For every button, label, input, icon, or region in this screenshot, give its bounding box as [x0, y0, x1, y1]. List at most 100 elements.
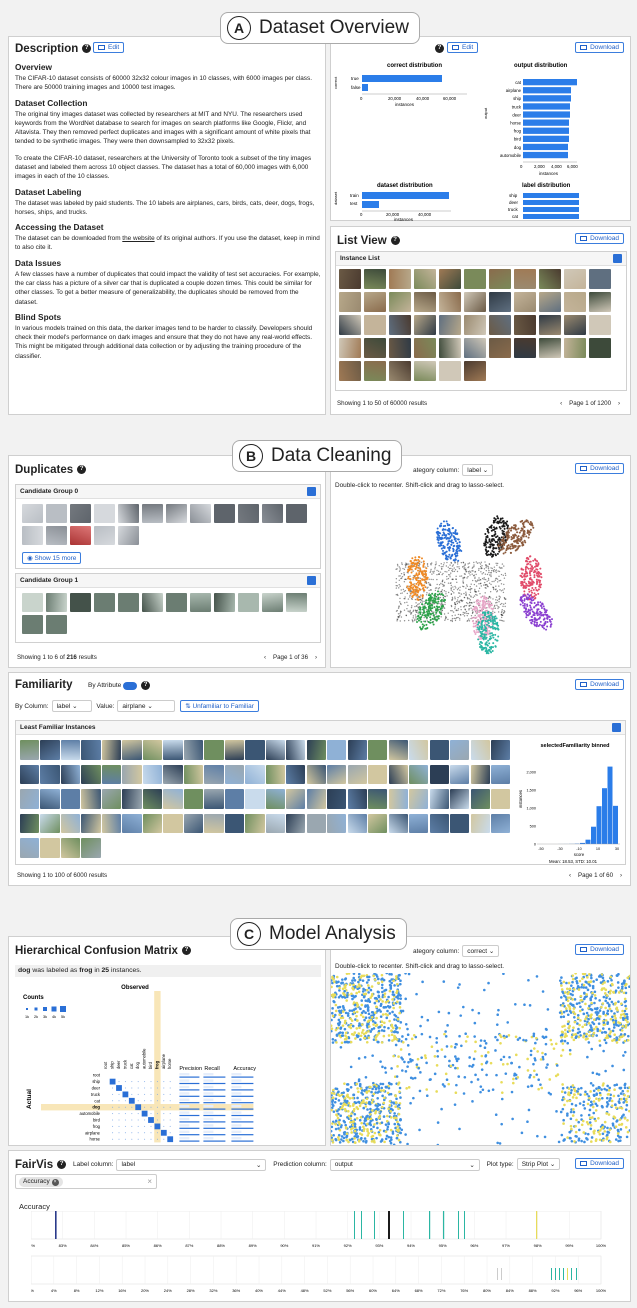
familiar-thumbnail[interactable]	[40, 838, 60, 858]
familiar-thumbnail[interactable]	[204, 764, 224, 784]
matrix-cell[interactable]	[156, 1093, 158, 1095]
checkbox-icon[interactable]	[612, 723, 621, 732]
familiar-thumbnail[interactable]	[409, 813, 429, 833]
familiar-thumbnail[interactable]	[40, 740, 60, 760]
duplicate-thumbnail[interactable]	[70, 504, 91, 523]
matrix-cell[interactable]	[118, 1138, 120, 1140]
familiar-thumbnail[interactable]	[20, 813, 40, 833]
matrix-cell[interactable]	[169, 1100, 171, 1102]
familiar-thumbnail[interactable]	[429, 813, 449, 833]
duplicate-thumbnail[interactable]	[214, 593, 235, 612]
matrix-cell[interactable]	[124, 1087, 126, 1089]
instance-thumbnail[interactable]	[464, 338, 486, 358]
matrix-cell[interactable]	[118, 1132, 120, 1134]
familiar-thumbnail[interactable]	[388, 789, 408, 809]
duplicate-thumbnail[interactable]	[70, 526, 91, 545]
familiar-thumbnail[interactable]	[470, 764, 490, 784]
familiar-thumbnail[interactable]	[429, 789, 449, 809]
duplicate-thumbnail[interactable]	[262, 504, 283, 523]
matrix-cell[interactable]	[131, 1087, 133, 1089]
familiar-thumbnail[interactable]	[81, 838, 101, 858]
familiar-thumbnail[interactable]	[20, 789, 40, 809]
matrix-cell[interactable]	[144, 1106, 146, 1108]
matrix-cell[interactable]	[169, 1081, 171, 1083]
matrix-cell[interactable]	[156, 1087, 158, 1089]
duplicate-thumbnail[interactable]	[118, 504, 139, 523]
instance-thumbnail[interactable]	[364, 361, 386, 381]
instance-thumbnail[interactable]	[489, 292, 511, 312]
histogram-bar[interactable]	[596, 806, 602, 844]
matrix-cell[interactable]	[163, 1093, 165, 1095]
instance-thumbnail[interactable]	[539, 315, 561, 335]
familiar-thumbnail[interactable]	[183, 789, 204, 809]
instance-thumbnail[interactable]	[439, 292, 461, 312]
instance-thumbnail[interactable]	[439, 269, 461, 289]
familiar-thumbnail[interactable]	[245, 740, 265, 760]
familiar-thumbnail[interactable]	[491, 789, 511, 809]
matrix-cell[interactable]	[150, 1087, 152, 1089]
familiar-thumbnail[interactable]	[183, 764, 204, 784]
familiar-thumbnail[interactable]	[81, 764, 101, 784]
familiar-thumbnail[interactable]	[60, 764, 81, 784]
histogram-bar[interactable]	[585, 839, 591, 844]
matrix-cell[interactable]	[156, 1138, 158, 1140]
duplicate-thumbnail[interactable]	[190, 504, 211, 523]
matrix-cell[interactable]	[169, 1106, 171, 1108]
familiar-thumbnail[interactable]	[388, 813, 408, 833]
matrix-cell[interactable]	[141, 1110, 148, 1117]
matrix-cell[interactable]	[131, 1138, 133, 1140]
familiar-thumbnail[interactable]	[224, 789, 245, 809]
histogram-bar[interactable]	[602, 788, 607, 844]
output-bar[interactable]	[523, 151, 568, 159]
matrix-cell[interactable]	[154, 1123, 161, 1130]
instance-thumbnail[interactable]	[414, 338, 436, 358]
matrix-cell[interactable]	[169, 1093, 171, 1095]
embedding-scatter[interactable]	[331, 492, 630, 667]
prev-page-button[interactable]: ‹	[264, 654, 266, 661]
duplicate-thumbnail[interactable]	[70, 593, 91, 612]
bar-false[interactable]	[362, 84, 368, 91]
output-bar[interactable]	[523, 95, 571, 102]
output-bar[interactable]	[523, 119, 569, 126]
duplicate-thumbnail[interactable]	[22, 615, 43, 634]
matrix-cell[interactable]	[137, 1113, 139, 1115]
matrix-cell[interactable]	[112, 1093, 114, 1095]
matrix-cell[interactable]	[144, 1132, 146, 1134]
matrix-cell[interactable]	[150, 1138, 152, 1140]
matrix-cell[interactable]	[160, 1129, 167, 1136]
instance-thumbnail[interactable]	[339, 315, 361, 335]
familiar-thumbnail[interactable]	[265, 740, 285, 760]
instance-thumbnail[interactable]	[489, 315, 511, 335]
familiar-thumbnail[interactable]	[40, 789, 60, 809]
matrix-cell[interactable]	[156, 1132, 158, 1134]
help-icon[interactable]: ?	[390, 236, 400, 246]
instance-thumbnail[interactable]	[439, 361, 461, 381]
familiar-thumbnail[interactable]	[327, 740, 347, 760]
matrix-cell[interactable]	[169, 1119, 171, 1121]
matrix-cell[interactable]	[144, 1100, 146, 1102]
column-select[interactable]: label ⌄	[51, 700, 92, 712]
instance-thumbnail[interactable]	[364, 338, 386, 358]
familiar-thumbnail[interactable]	[204, 813, 224, 833]
matrix-cell[interactable]	[137, 1132, 139, 1134]
instance-thumbnail[interactable]	[514, 338, 536, 358]
familiar-thumbnail[interactable]	[142, 813, 163, 833]
bar-train[interactable]	[362, 192, 449, 199]
matrix-cell[interactable]	[112, 1138, 114, 1140]
matrix-cell[interactable]	[150, 1081, 152, 1083]
familiar-thumbnail[interactable]	[491, 740, 511, 760]
matrix-cell[interactable]	[137, 1125, 139, 1127]
duplicate-thumbnail[interactable]	[190, 593, 211, 612]
duplicate-thumbnail[interactable]	[286, 593, 307, 612]
matrix-cell[interactable]	[150, 1106, 152, 1108]
familiar-thumbnail[interactable]	[101, 789, 122, 809]
bar-label[interactable]	[523, 200, 579, 205]
sort-button[interactable]: ⇅ Unfamiliar to Familiar	[180, 700, 259, 712]
familiar-thumbnail[interactable]	[286, 740, 306, 760]
familiar-thumbnail[interactable]	[142, 789, 163, 809]
next-page-button[interactable]: ›	[315, 654, 317, 661]
familiar-thumbnail[interactable]	[224, 764, 245, 784]
familiar-thumbnail[interactable]	[81, 789, 101, 809]
instance-thumbnail[interactable]	[564, 338, 586, 358]
matrix-cell[interactable]	[118, 1113, 120, 1115]
